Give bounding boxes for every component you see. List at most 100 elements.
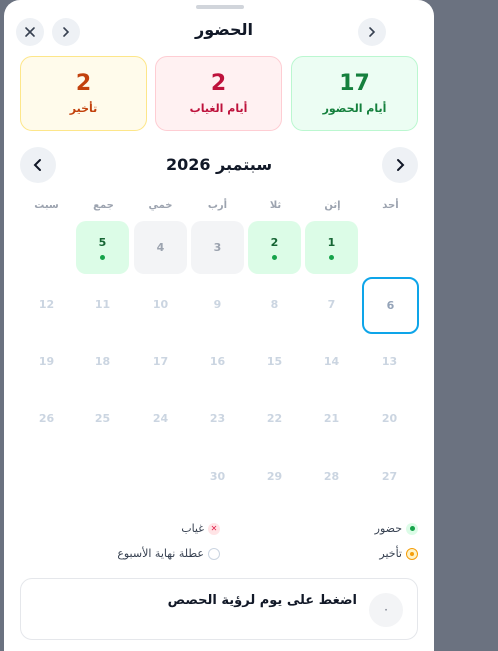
page-title: الحضور [194,20,254,39]
calendar-day[interactable]: 6 [362,277,419,334]
stat-value: 17 [339,71,370,96]
stat-label: تأخير [69,102,98,115]
day-number: 9 [213,298,222,311]
day-number: 10 [152,298,169,311]
day-number: 3 [213,241,222,254]
day-number: 8 [270,298,279,311]
calendar-day[interactable]: 5 [76,221,129,274]
stat-card-late: 2 تأخير [20,56,147,131]
stat-label: أيام الحضور [322,102,387,115]
calendar-day[interactable]: 23 [191,392,244,445]
day-number: 13 [381,355,398,368]
day-number: 24 [152,412,169,425]
prev-month-button[interactable] [20,147,56,183]
weekday-label: ثلا [269,200,282,211]
weekday-label: أحد [382,200,399,211]
legend-absent: ✕ غياب [181,522,220,535]
stat-label: أيام الغياب [189,102,248,115]
day-number: 28 [323,470,340,483]
legend-present: حضور [375,522,418,535]
day-number: 15 [266,355,283,368]
day-number: 23 [209,412,226,425]
calendar-day[interactable]: 24 [134,392,187,445]
legend-late: تأخير [379,547,418,560]
calendar-day[interactable]: 25 [76,392,129,445]
info-icon: · [369,593,403,627]
day-number: 6 [386,299,395,312]
stat-card-present: 17 أيام الحضور [291,56,418,131]
present-dot-icon [329,254,334,260]
header-next-button[interactable] [52,18,80,46]
stat-card-absent: 2 أيام الغياب [155,56,282,131]
legend-label: عطلة نهاية الأسبوع [117,547,204,560]
chevron-left-icon [33,159,41,171]
calendar-day[interactable]: 13 [363,335,416,388]
calendar-day[interactable]: 8 [248,278,301,331]
close-icon [25,27,35,37]
calendar-day[interactable]: 7 [305,278,358,331]
calendar-day[interactable]: 21 [305,392,358,445]
calendar-day[interactable]: 1 [305,221,358,274]
present-dot-icon [100,254,105,260]
calendar-day[interactable]: 17 [134,335,187,388]
calendar-day[interactable]: 4 [134,221,187,274]
attendance-sheet: الحضور 2 تأخير 2 أيام الغياب 17 أيام الح… [4,0,434,651]
calendar-day[interactable]: 11 [76,278,129,331]
calendar-day[interactable]: 29 [248,450,301,503]
weekday-header: سبت جمع خمي أرب ثلا إثن أحد [20,200,421,214]
day-number: 5 [98,235,107,249]
drag-handle[interactable] [196,5,244,9]
calendar-day[interactable]: 18 [76,335,129,388]
present-dot-icon [406,522,418,535]
weekday-label: أرب [207,200,228,211]
calendar-day[interactable]: 20 [363,392,416,445]
calendar-day[interactable]: 10 [134,278,187,331]
chevron-right-icon [397,159,405,171]
calendar-day[interactable]: 3 [191,221,244,274]
chevron-right-icon [63,27,70,37]
calendar-day[interactable]: 30 [191,450,244,503]
month-label: سبتمبر 2026 [165,155,273,174]
day-number: 17 [152,355,169,368]
legend-label: حضور [374,522,402,535]
header-back-button[interactable] [358,18,386,46]
weekday-label: خمي [148,200,173,211]
day-number: 4 [156,241,165,254]
hint-box: · اضغط على يوم لرؤية الحصص [20,578,418,640]
calendar-day[interactable]: 22 [248,392,301,445]
day-number: 29 [266,470,283,483]
calendar-day[interactable]: 27 [363,450,416,503]
day-number: 26 [38,412,55,425]
chevron-right-icon [369,27,376,37]
calendar-day[interactable]: 16 [191,335,244,388]
calendar-day[interactable]: 9 [191,278,244,331]
calendar-day[interactable]: 14 [305,335,358,388]
day-number: 21 [323,412,340,425]
day-number: 20 [381,412,398,425]
calendar-day[interactable]: 28 [305,450,358,503]
day-number: 18 [94,355,111,368]
day-number: 1 [327,235,336,249]
calendar-day[interactable]: 2 [248,221,301,274]
calendar-day[interactable]: 19 [20,335,73,388]
late-clock-icon [406,547,418,560]
calendar-day[interactable]: 26 [20,392,73,445]
day-number: 14 [323,355,340,368]
day-number: 27 [381,470,398,483]
weekend-circle-icon [208,547,220,560]
day-number: 22 [266,412,283,425]
day-number: 11 [94,298,111,311]
weekday-label: سبت [34,200,59,211]
next-month-button[interactable] [382,147,418,183]
stat-value: 2 [75,71,92,96]
calendar-day[interactable]: 15 [248,335,301,388]
present-dot-icon [272,254,277,260]
weekday-label: جمع [93,200,114,211]
day-number: 30 [209,470,226,483]
close-button[interactable] [16,18,44,46]
hint-text: اضغط على يوم لرؤية الحصص [167,593,357,608]
day-number: 7 [327,298,336,311]
day-number: 12 [38,298,55,311]
calendar-day[interactable]: 12 [20,278,73,331]
day-number: 2 [270,235,279,249]
